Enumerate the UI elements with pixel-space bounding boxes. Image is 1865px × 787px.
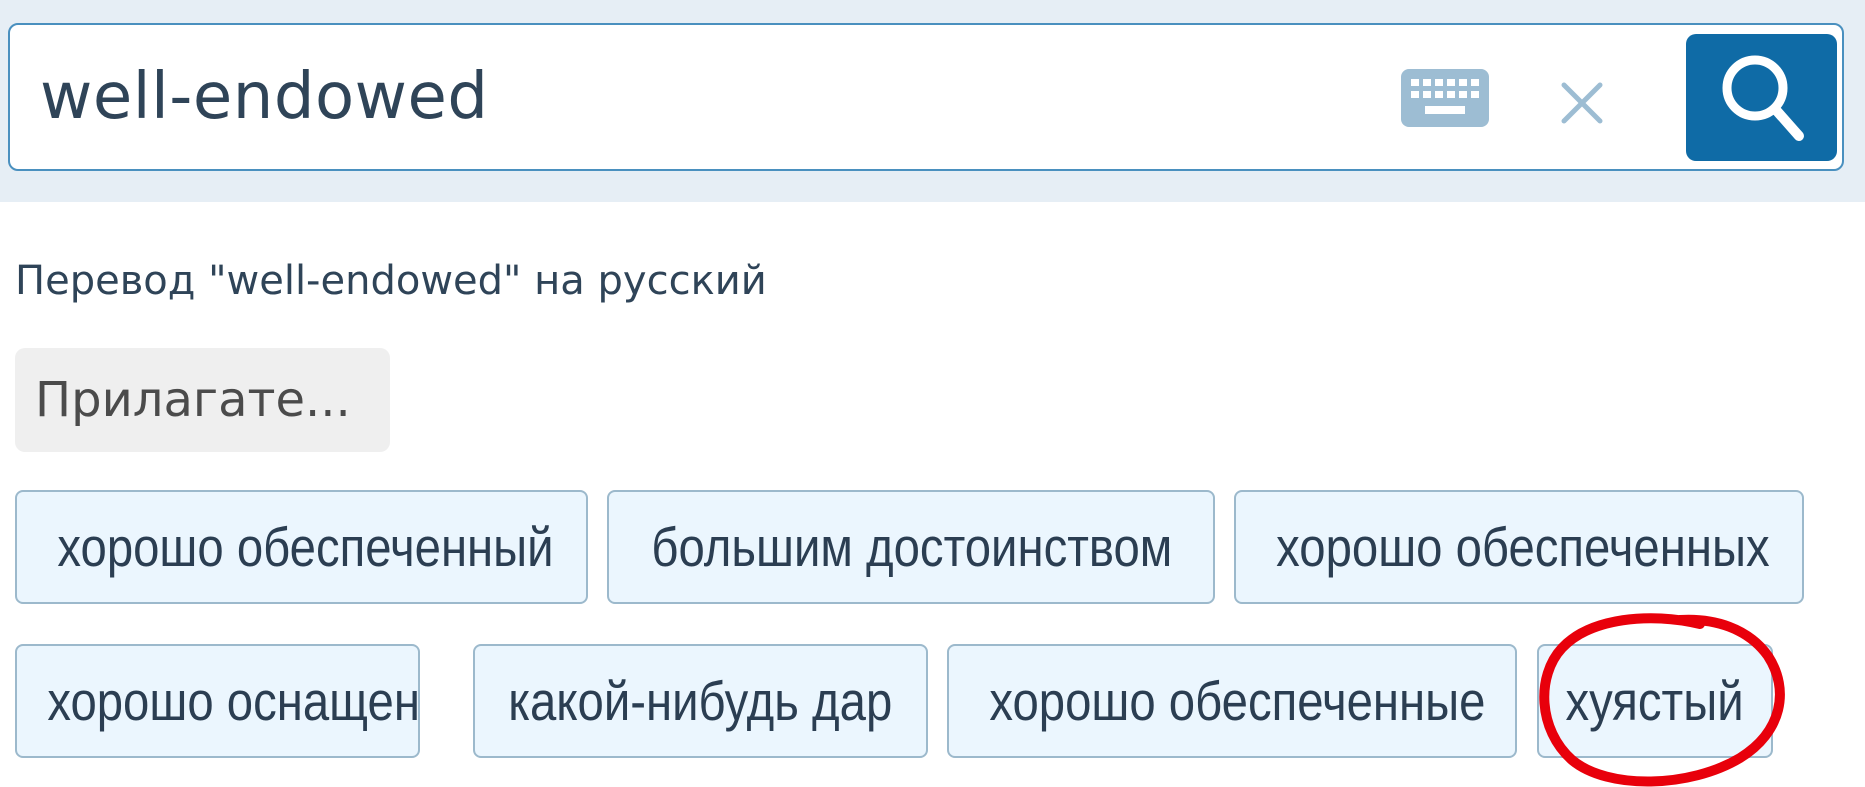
translation-label: хорошо оснащен (47, 670, 420, 732)
translation-chip[interactable]: большим достоинством (607, 490, 1215, 604)
translation-chip[interactable]: хорошо обеспеченные (947, 644, 1517, 758)
translation-label: хуястый (1565, 670, 1745, 732)
keyboard-icon[interactable] (1401, 69, 1489, 127)
close-icon[interactable] (1560, 81, 1604, 125)
translation-chip[interactable]: хорошо оснащен (15, 644, 420, 758)
search-box (8, 23, 1844, 171)
search-button[interactable] (1686, 34, 1837, 161)
translation-chip[interactable]: хорошо обеспеченных (1234, 490, 1804, 604)
translation-label: хорошо обеспеченные (989, 670, 1486, 732)
translation-chip[interactable]: какой-нибудь дар (473, 644, 928, 758)
translation-chip[interactable]: хуястый (1537, 644, 1773, 758)
search-icon (1722, 55, 1804, 141)
part-of-speech-tag[interactable]: Прилагате... (15, 348, 390, 452)
translation-label: хорошо обеспеченный (57, 516, 554, 578)
translation-label: хорошо обеспеченных (1276, 516, 1770, 578)
translation-chip[interactable]: хорошо обеспеченный (15, 490, 588, 604)
search-input[interactable] (40, 55, 1360, 139)
translation-label: какой-нибудь дар (508, 670, 893, 732)
translation-label: большим достоинством (651, 516, 1173, 578)
page-title: Перевод "well-endowed" на русский (15, 258, 767, 304)
